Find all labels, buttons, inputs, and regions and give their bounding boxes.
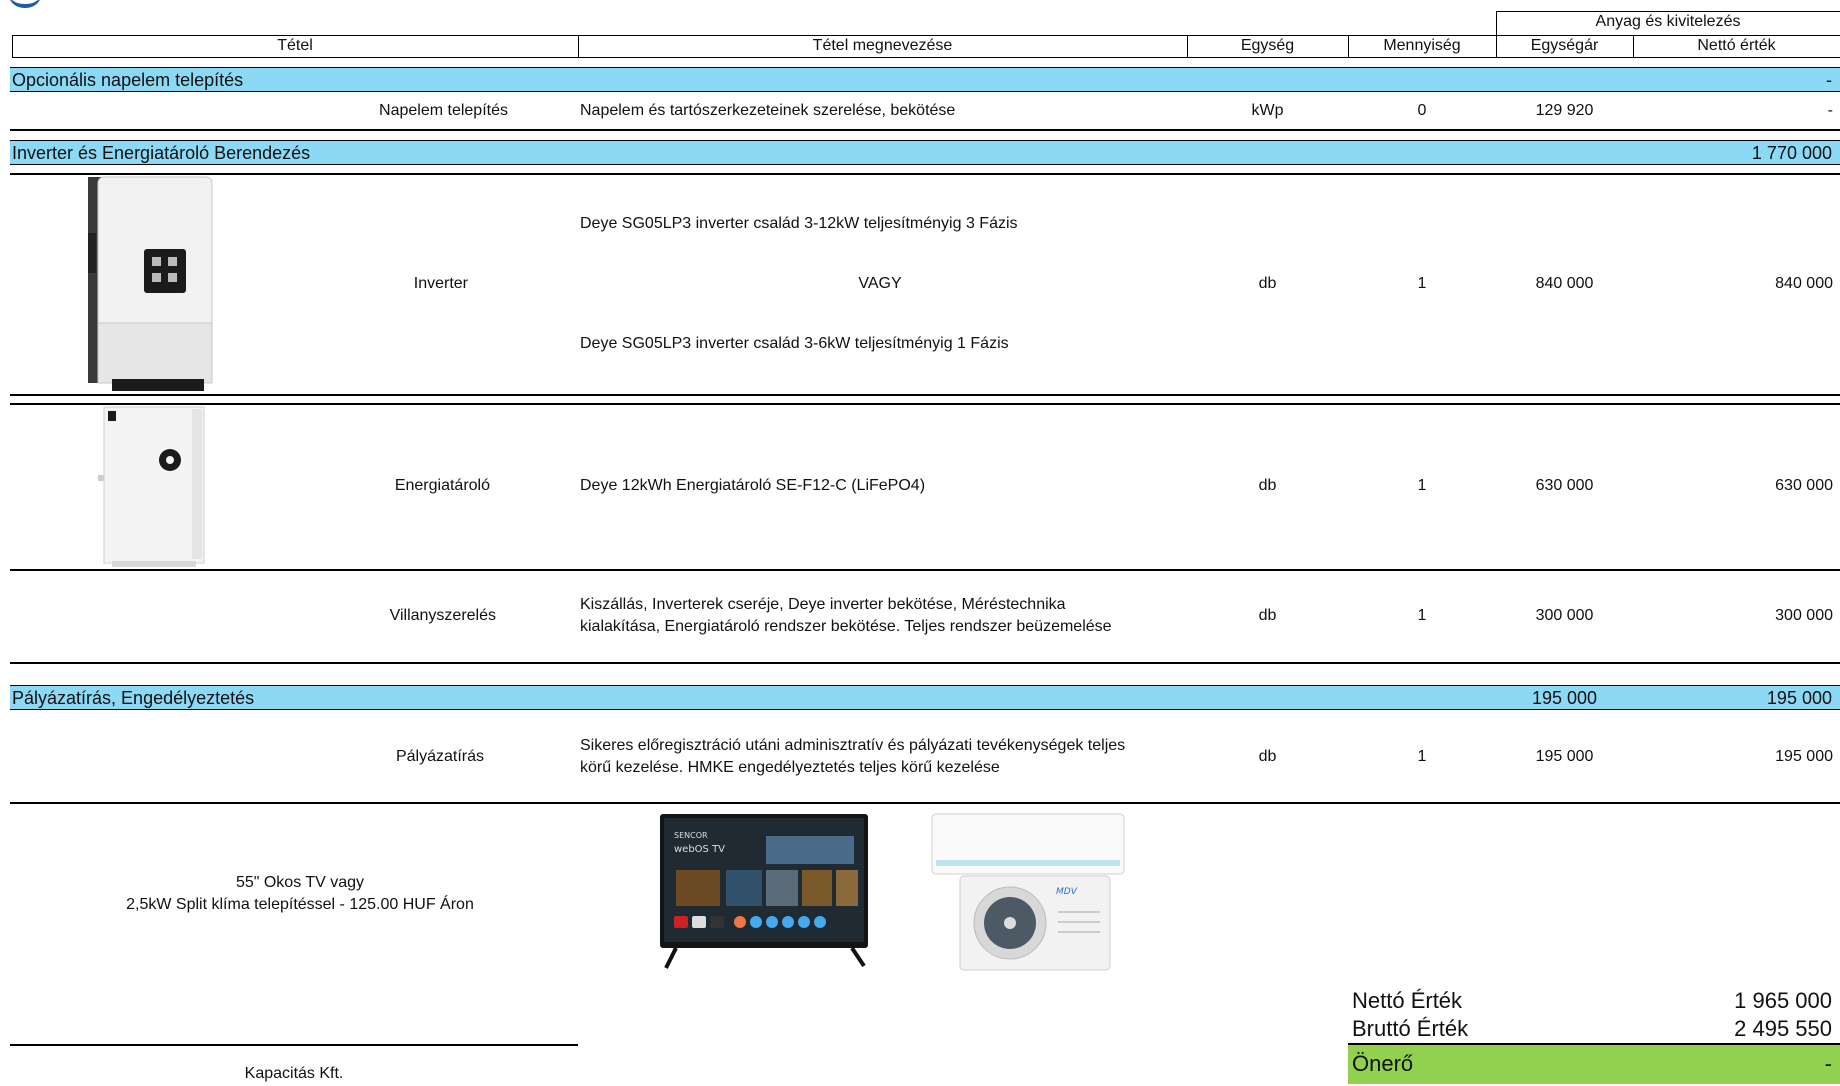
row-price: 300 000 (1535, 607, 1594, 624)
bonus-line1: 55" Okos TV vagy (235, 874, 365, 891)
section-band-palyazat: Pályázatírás, Engedélyeztetés 195 000 19… (10, 685, 1840, 710)
row-tetel: Inverter (413, 275, 468, 292)
row-price: 129 920 (1535, 102, 1594, 119)
smart-tv-image: SENCOR webOS TV (660, 814, 868, 969)
row-qty: 1 (1417, 275, 1427, 292)
row-desc-line1: Kiszállás, Inverterek cseréje, Deye inve… (580, 596, 1066, 613)
row-unit: db (1258, 748, 1277, 765)
row-unit: db (1258, 275, 1277, 292)
section-total: - (1826, 70, 1832, 90)
row-tetel: Villanyszerelés (389, 607, 496, 624)
brutto-value: 2 495 550 (1734, 1016, 1832, 1041)
netto-label: Nettó Érték (1352, 988, 1463, 1013)
row-tetel: Pályázatírás (395, 748, 484, 765)
row-qty: 0 (1417, 102, 1427, 119)
row-net: 300 000 (1775, 607, 1833, 624)
tv-brand-text: SENCOR (674, 831, 708, 840)
row-tetel: Napelem telepítés (379, 102, 508, 119)
row-desc-line2: körű kezelése. HMKE engedélyeztetés telj… (580, 759, 1000, 776)
row-tetel: Energiatároló (394, 477, 490, 494)
inverter-image (88, 176, 213, 391)
battery-storage-image (98, 406, 205, 567)
row-price: 195 000 (1535, 748, 1594, 765)
signature-company: Kapacitás Kft. (244, 1065, 344, 1082)
row-desc-line1: Sikeres előregisztráció utáni adminisztr… (580, 737, 1126, 754)
row-desc-line2: kialakítása, Energiatároló rendszer bekö… (580, 618, 1112, 635)
row-desc: Deye 12kWh Energiatároló SE-F12-C (LiFeP… (580, 477, 926, 494)
onero-label: Önerő (1352, 1051, 1414, 1076)
row-desc: Napelem és tartószerkezeteinek szerelése… (580, 102, 956, 119)
row-unit: db (1258, 477, 1277, 494)
company-logo (8, 0, 42, 8)
row-price: 840 000 (1535, 275, 1594, 292)
ac-brand-text: MDV (1056, 887, 1078, 897)
row-qty: 1 (1417, 748, 1427, 765)
row-desc-line1: Deye SG05LP3 inverter család 3-12kW telj… (580, 215, 1018, 232)
onero-value: - (1824, 1051, 1832, 1076)
row-qty: 1 (1417, 607, 1427, 624)
section-price-total: 195 000 (1531, 688, 1598, 708)
row-unit: db (1258, 607, 1277, 624)
row-net: 630 000 (1775, 477, 1833, 494)
row-price: 630 000 (1535, 477, 1594, 494)
col-header-tetel: Tétel (277, 37, 313, 54)
header-group-label: Anyag és kivitelezés (1595, 13, 1741, 30)
row-net: 195 000 (1775, 748, 1833, 765)
col-header-egyseg: Egység (1240, 37, 1295, 54)
col-header-netto: Nettó érték (1697, 37, 1776, 54)
tv-os-text: webOS TV (674, 844, 725, 855)
bonus-line2: 2,5kW Split klíma telepítéssel - 125.00 … (126, 896, 474, 913)
col-header-mennyiseg: Mennyiség (1383, 37, 1461, 54)
row-net: 840 000 (1775, 275, 1833, 292)
section-band-inverter: Inverter és Energiatároló Berendezés 1 7… (10, 140, 1840, 165)
section-title: Opcionális napelem telepítés (12, 70, 244, 90)
split-ac-image: MDV (931, 813, 1125, 971)
row-qty: 1 (1417, 477, 1427, 494)
brutto-label: Bruttó Érték (1352, 1016, 1469, 1041)
row-desc-line2: Deye SG05LP3 inverter család 3-6kW telje… (580, 335, 1009, 352)
signature-line (10, 1044, 578, 1046)
netto-value: 1 965 000 (1734, 988, 1832, 1013)
row-unit: kWp (1251, 102, 1284, 119)
col-header-megnevezes: Tétel megnevezése (812, 37, 953, 54)
section-band-napelem: Opcionális napelem telepítés - (10, 67, 1840, 92)
section-title: Inverter és Energiatároló Berendezés (12, 143, 311, 163)
col-header-egysegar: Egységár (1530, 37, 1599, 54)
row-net: - (1827, 102, 1833, 119)
section-title: Pályázatírás, Engedélyeztetés (12, 688, 255, 708)
section-total: 1 770 000 (1751, 143, 1832, 163)
section-total: 195 000 (1766, 688, 1832, 708)
row-desc-or: VAGY (858, 275, 902, 292)
